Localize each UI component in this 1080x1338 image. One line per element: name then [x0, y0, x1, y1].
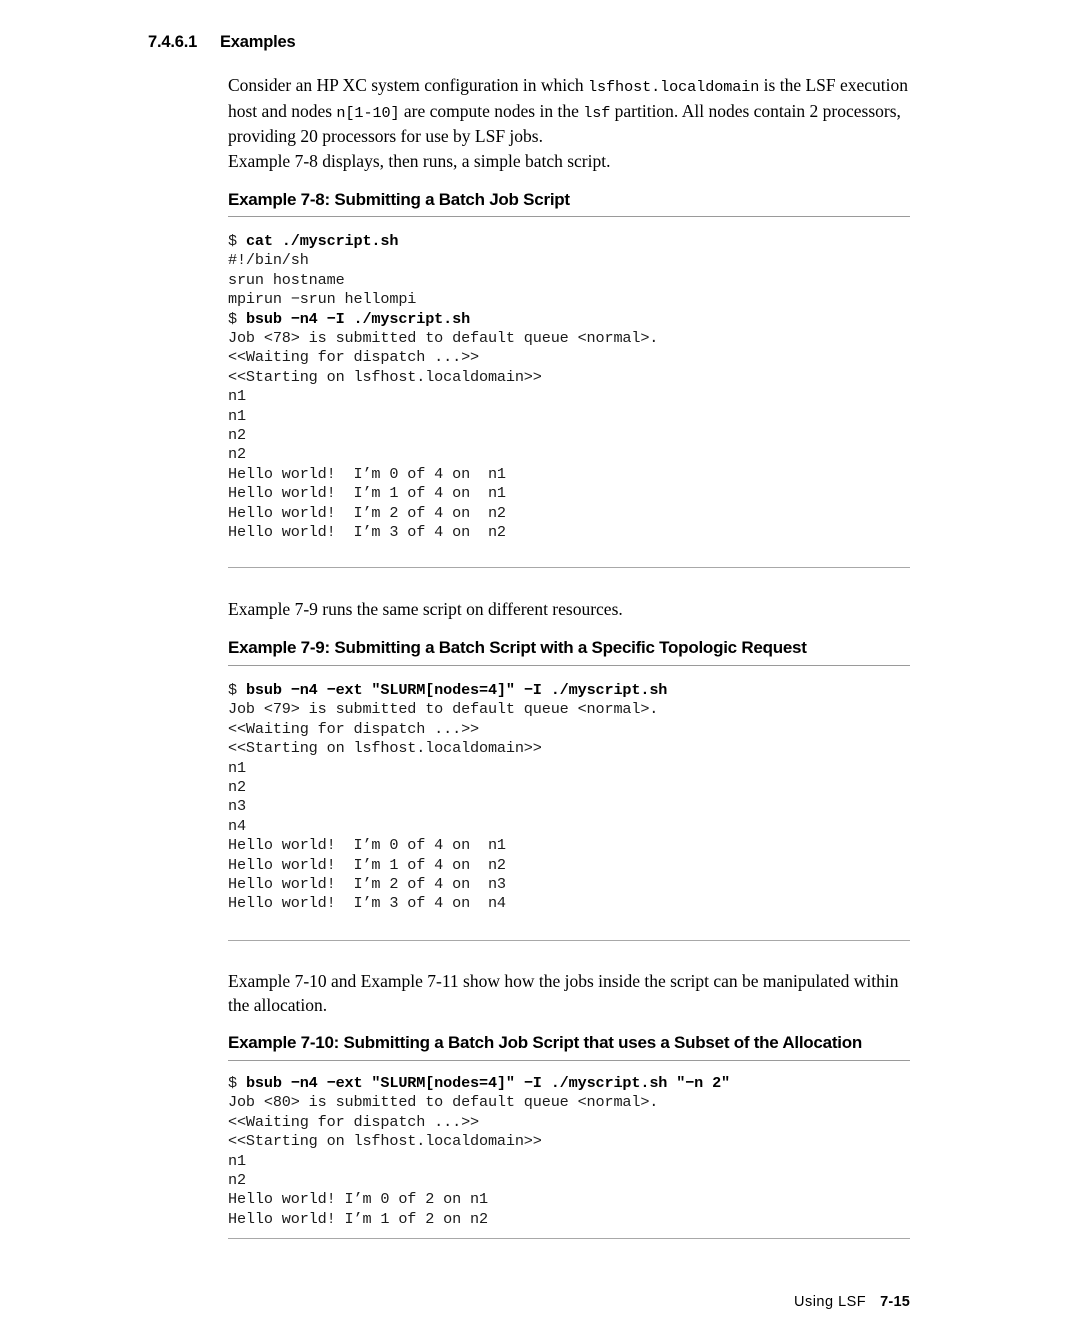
- footer-label: Using LSF: [793, 1294, 867, 1310]
- shell-output: n2: [228, 778, 246, 797]
- example-7-8-code-block: $ cat ./myscript.sh #!/bin/sh srun hostn…: [228, 232, 910, 543]
- code-lines: $ bsub −n4 −ext "SLURM[nodes=4]" −I ./my…: [228, 681, 910, 914]
- shell-output: <<Starting on lsfhost.localdomain>>: [228, 739, 542, 758]
- section-heading: 7.4.6.1 Examples: [148, 33, 296, 52]
- footer-page-number: 7-15: [880, 1294, 910, 1310]
- shell-output: Hello world! I’m 2 of 4 on n2: [228, 503, 506, 522]
- inline-code-noderange: n[1-10]: [336, 103, 400, 122]
- example-title-text: Example 7-9: Submitting a Batch Script w…: [228, 638, 807, 657]
- code-lines: $ bsub −n4 −ext "SLURM[nodes=4]" −I ./my…: [228, 1074, 910, 1229]
- shell-output: Job <79> is submitted to default queue <…: [228, 700, 659, 719]
- inline-code-lsfhost: lsfhost.localdomain: [588, 78, 760, 96]
- mid-paragraph-2: Example 7-10 and Example 7-11 show how t…: [228, 970, 914, 1017]
- example-title-text: Example 7-10: Submitting a Batch Job Scr…: [228, 1033, 862, 1052]
- shell-output: n1: [228, 387, 246, 406]
- shell-output: <<Waiting for dispatch ...>>: [228, 348, 479, 367]
- shell-command: bsub −n4 −ext "SLURM[nodes=4]" −I ./mysc…: [245, 681, 668, 699]
- example-7-10-code-block: $ bsub −n4 −ext "SLURM[nodes=4]" −I ./my…: [228, 1074, 910, 1229]
- example-7-9-bottom-rule: [228, 940, 910, 941]
- inline-code-lsf: lsf: [583, 103, 611, 122]
- example-7-8-bottom-rule: [228, 567, 910, 568]
- page-footer: Using LSF 7-15: [0, 1294, 1080, 1310]
- paragraph-text: Example 7-9 runs the same script on diff…: [228, 599, 623, 619]
- paragraph-text: Example 7-8 displays, then runs, a simpl…: [228, 151, 611, 171]
- document-page: 7.4.6.1 Examples Consider an HP XC system…: [0, 0, 1080, 1338]
- example-7-10-top-rule: [228, 1060, 910, 1061]
- shell-output: Hello world! I’m 0 of 4 on n1: [228, 464, 506, 483]
- shell-output: <<Waiting for dispatch ...>>: [228, 1112, 479, 1131]
- shell-output: Hello world! I’m 1 of 2 on n2: [228, 1209, 488, 1228]
- shell-command: bsub −n4 −ext "SLURM[nodes=4]" −I ./mysc…: [245, 1074, 730, 1092]
- shell-prompt: $: [228, 1074, 246, 1092]
- shell-output: Hello world! I’m 0 of 2 on n1: [228, 1190, 488, 1209]
- section-title: Examples: [220, 33, 296, 51]
- example-7-10-title: Example 7-10: Submitting a Batch Job Scr…: [228, 1033, 918, 1053]
- mid-paragraph-1: Example 7-9 runs the same script on diff…: [228, 598, 910, 622]
- intro-text-part3: are compute nodes in the: [399, 100, 584, 121]
- example-7-9-code-block: $ bsub −n4 −ext "SLURM[nodes=4]" −I ./my…: [228, 681, 910, 914]
- example-7-9-top-rule: [228, 665, 910, 666]
- shell-output: Hello world! I’m 1 of 4 on n1: [228, 484, 506, 503]
- shell-command: cat ./myscript.sh: [245, 232, 399, 250]
- shell-output: <<Starting on lsfhost.localdomain>>: [228, 367, 542, 386]
- intro-paragraph-1: Consider an HP XC system configuration i…: [228, 74, 910, 149]
- shell-output: Hello world! I’m 1 of 4 on n2: [228, 855, 506, 874]
- section-number: 7.4.6.1: [148, 33, 198, 51]
- example-title-text: Example 7-8: Submitting a Batch Job Scri…: [228, 190, 570, 209]
- shell-output: srun hostname: [228, 270, 345, 289]
- paragraph-text: Consider an HP XC system configuration i…: [228, 74, 910, 149]
- shell-output: #!/bin/sh: [228, 251, 309, 270]
- shell-output: n1: [228, 758, 246, 777]
- paragraph-text: Example 7-10 and Example 7-11 show how t…: [228, 971, 899, 1015]
- shell-output: Hello world! I’m 0 of 4 on n1: [228, 836, 506, 855]
- shell-output: n1: [228, 406, 246, 425]
- shell-output: Hello world! I’m 3 of 4 on n4: [228, 894, 506, 913]
- shell-prompt: $: [228, 232, 246, 250]
- shell-output: Hello world! I’m 3 of 4 on n2: [228, 523, 506, 542]
- shell-output: n2: [228, 445, 246, 464]
- example-7-9-title: Example 7-9: Submitting a Batch Script w…: [228, 638, 918, 658]
- intro-paragraph-2: Example 7-8 displays, then runs, a simpl…: [228, 150, 910, 174]
- shell-output: n1: [228, 1151, 246, 1170]
- shell-command: bsub −n4 −I ./myscript.sh: [245, 309, 471, 328]
- shell-output: mpirun −srun hellompi: [228, 290, 417, 309]
- example-7-8-top-rule: [228, 216, 910, 217]
- code-lines: $ cat ./myscript.sh #!/bin/sh srun hostn…: [228, 232, 910, 543]
- shell-output: n2: [228, 426, 246, 445]
- example-7-10-bottom-rule: [228, 1238, 910, 1239]
- intro-text-part1: Consider an HP XC system configuration i…: [228, 75, 589, 95]
- shell-output: <<Waiting for dispatch ...>>: [228, 719, 479, 738]
- shell-output: n2: [228, 1171, 246, 1190]
- shell-output: n4: [228, 816, 246, 835]
- shell-prompt: $: [228, 309, 246, 328]
- shell-output: Hello world! I’m 2 of 4 on n3: [228, 875, 506, 894]
- shell-output: Job <80> is submitted to default queue <…: [228, 1093, 659, 1112]
- shell-output: <<Starting on lsfhost.localdomain>>: [228, 1132, 542, 1151]
- shell-output: n3: [228, 797, 246, 816]
- shell-prompt: $: [228, 681, 246, 699]
- shell-output: Job <78> is submitted to default queue <…: [228, 329, 659, 348]
- example-7-8-title: Example 7-8: Submitting a Batch Job Scri…: [228, 190, 910, 210]
